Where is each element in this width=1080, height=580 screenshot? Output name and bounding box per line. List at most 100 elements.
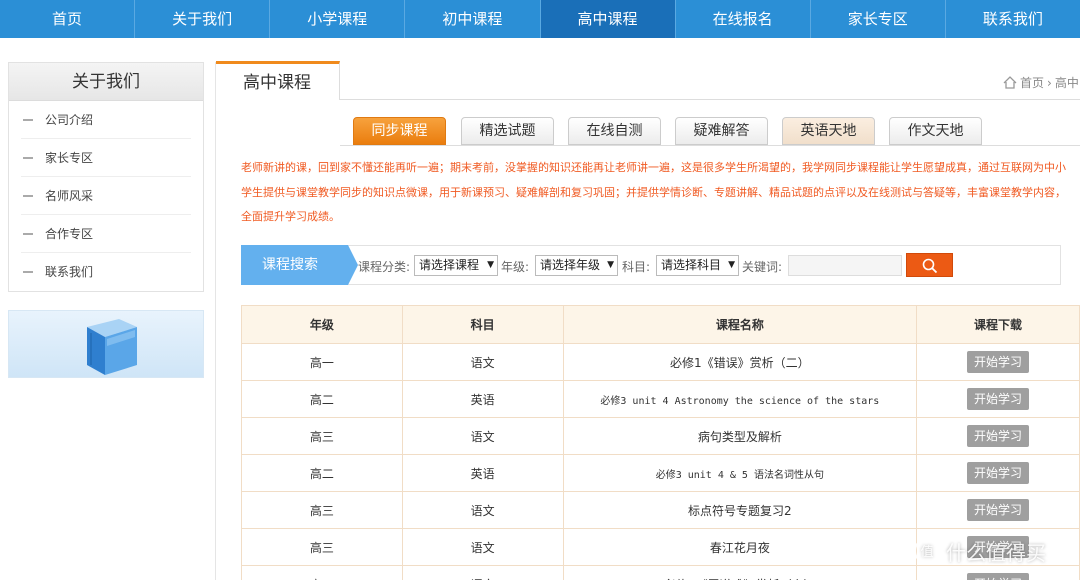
subject-select[interactable]: 请选择科目 ▼	[656, 255, 739, 276]
cell-grade: 高二	[241, 454, 403, 492]
cell-grade: 高三	[241, 528, 403, 566]
table-header-row: 年级 科目 课程名称 课程下载	[241, 305, 1080, 344]
cell-download: 开始学习	[916, 565, 1080, 580]
search-button[interactable]	[906, 253, 953, 277]
nav-online-signup[interactable]: 在线报名	[676, 0, 811, 38]
sidebar: 关于我们 公司介绍 家长专区 名师风采 合作专区 联系我们	[8, 62, 204, 292]
tab-english[interactable]: 英语天地	[782, 117, 875, 145]
sidebar-item-cooperation[interactable]: 合作专区	[21, 215, 191, 253]
table-row: 高一 语文 必修1《错误》赏析（二） 开始学习	[241, 343, 1080, 381]
cell-grade: 高一	[241, 343, 403, 381]
start-learning-button[interactable]: 开始学习	[967, 425, 1030, 447]
start-learning-button[interactable]: 开始学习	[967, 351, 1030, 373]
cell-download: 开始学习	[916, 491, 1080, 529]
description-line: 老师新讲的课，回到家不懂还能再听一遍；期末考前，没掌握的知识还能再让老师讲一遍，…	[241, 161, 1066, 174]
bullet-icon	[23, 157, 33, 159]
keyword-input[interactable]	[788, 255, 902, 276]
cell-subject: 英语	[401, 380, 564, 418]
subject-label: 科目:	[622, 260, 651, 274]
cell-subject: 语文	[401, 343, 564, 381]
nav-senior-courses[interactable]: 高中课程	[540, 0, 676, 38]
tabs-underline	[340, 145, 1080, 146]
cell-subject: 英语	[401, 454, 564, 492]
start-learning-button[interactable]: 开始学习	[967, 462, 1030, 484]
table-row: 高三 语文 病句类型及解析 开始学习	[241, 417, 1080, 455]
header-grade: 年级	[241, 305, 403, 344]
tab-essay[interactable]: 作文天地	[889, 117, 982, 145]
cell-grade: 高二	[241, 380, 403, 418]
header-download: 课程下载	[916, 305, 1080, 344]
category-select-value: 请选择课程	[419, 258, 480, 272]
bullet-icon	[23, 119, 33, 121]
cell-course-name: 必修4《蜀道难》赏析（上）	[562, 565, 918, 580]
tab-sync-courses[interactable]: 同步课程	[353, 117, 446, 145]
nav-contact[interactable]: 联系我们	[946, 0, 1080, 38]
start-learning-button[interactable]: 开始学习	[967, 388, 1030, 410]
sidebar-item-label: 联系我们	[45, 265, 94, 279]
zhi-icon: 值	[914, 538, 940, 564]
cell-download: 开始学习	[916, 343, 1080, 381]
description-line: 学生提供与课堂教学同步的知识点微课，用于新课预习、疑难解剖和复习巩固；并提供学情…	[241, 185, 1066, 199]
breadcrumb-current[interactable]: 高中	[1055, 74, 1079, 91]
watermark-text: 什么值得买	[946, 540, 1046, 565]
chevron-down-icon: ▼	[487, 260, 494, 270]
tab-selected-questions[interactable]: 精选试题	[461, 117, 554, 145]
chevron-down-icon: ▼	[607, 260, 614, 270]
start-learning-button[interactable]: 开始学习	[967, 499, 1030, 521]
header-subject: 科目	[401, 305, 564, 344]
nav-parents[interactable]: 家长专区	[811, 0, 946, 38]
sidebar-item-label: 名师风采	[45, 189, 94, 203]
header-course-name: 课程名称	[562, 305, 918, 344]
nav-primary-courses[interactable]: 小学课程	[270, 0, 406, 38]
sidebar-list: 公司介绍 家长专区 名师风采 合作专区 联系我们	[9, 101, 203, 291]
sidebar-banner[interactable]	[8, 310, 204, 378]
cell-subject: 语文	[401, 528, 564, 566]
watermark: 值 什么值得买	[912, 536, 1046, 566]
start-learning-button[interactable]: 开始学习	[967, 573, 1030, 580]
bullet-icon	[23, 233, 33, 235]
breadcrumb: 首页 › 高中	[1003, 74, 1079, 91]
breadcrumb-home[interactable]: 首页	[1020, 74, 1044, 91]
cell-course-name: 标点符号专题复习2	[562, 491, 918, 529]
sidebar-item-parents[interactable]: 家长专区	[21, 139, 191, 177]
grade-select[interactable]: 请选择年级 ▼	[535, 255, 618, 276]
bullet-icon	[23, 195, 33, 197]
breadcrumb-separator: ›	[1047, 75, 1052, 90]
table-row: 高二 英语 必修3 unit 4 Astronomy the science of …	[241, 380, 1080, 418]
tab-qa[interactable]: 疑难解答	[675, 117, 768, 145]
nav-about[interactable]: 关于我们	[135, 0, 271, 38]
cell-download: 开始学习	[916, 417, 1080, 455]
cell-grade: 高三	[241, 491, 403, 529]
table-row: 高二 英语 必修3 unit 4 & 5 语法名词性从句 开始学习	[241, 454, 1080, 492]
nav-home[interactable]: 首页	[0, 0, 136, 38]
search-title: 课程搜索	[241, 245, 358, 285]
cell-course-name: 春江花月夜	[562, 528, 918, 566]
sidebar-item-teachers[interactable]: 名师风采	[21, 177, 191, 215]
sidebar-title: 关于我们	[9, 63, 203, 101]
course-description: 老师新讲的课，回到家不懂还能再听一遍；期末考前，没掌握的知识还能再让老师讲一遍，…	[241, 156, 1080, 230]
nav-junior-courses[interactable]: 初中课程	[405, 0, 541, 38]
course-search-bar: 课程搜索 课程分类: 请选择课程 ▼ 年级: 请选择年级 ▼ 科目: 请选择科目…	[241, 245, 1061, 285]
sidebar-item-company[interactable]: 公司介绍	[21, 101, 191, 139]
cell-course-name: 病句类型及解析	[562, 417, 918, 455]
cell-download: 开始学习	[916, 454, 1080, 492]
cell-subject: 语文	[401, 491, 564, 529]
grade-select-value: 请选择年级	[540, 258, 601, 272]
cell-course-name: 必修1《错误》赏析（二）	[562, 343, 918, 381]
cell-grade: 高一	[241, 565, 403, 580]
sidebar-item-label: 公司介绍	[45, 113, 94, 127]
cell-download: 开始学习	[916, 380, 1080, 418]
sidebar-item-label: 合作专区	[45, 227, 94, 241]
category-label: 课程分类:	[358, 260, 411, 274]
keyword-label: 关键词:	[742, 260, 783, 274]
sidebar-item-contact[interactable]: 联系我们	[21, 253, 191, 291]
category-select[interactable]: 请选择课程 ▼	[414, 255, 498, 276]
subject-select-value: 请选择科目	[661, 258, 722, 272]
tab-online-test[interactable]: 在线自测	[568, 117, 661, 145]
content-divider	[215, 62, 216, 580]
top-nav: 首页 关于我们 小学课程 初中课程 高中课程 在线报名 家长专区 联系我们	[0, 0, 1080, 38]
book-icon	[87, 319, 137, 375]
cell-subject: 语文	[401, 417, 564, 455]
cell-grade: 高三	[241, 417, 403, 455]
home-icon	[1003, 76, 1017, 89]
